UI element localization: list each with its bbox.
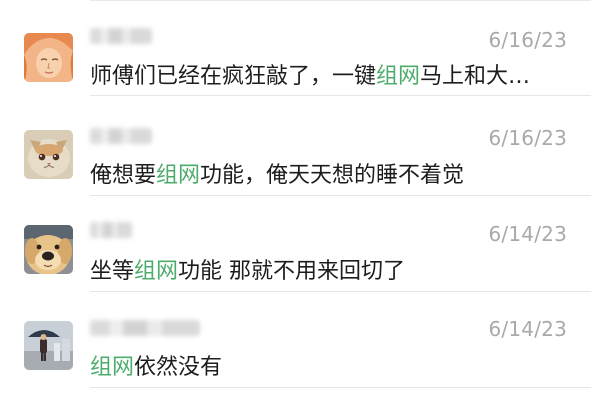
comment-text-post: 马上和大…	[420, 64, 531, 89]
divider	[90, 387, 591, 388]
comment-text: 俺想要组网功能，俺天天想的睡不着觉	[90, 157, 464, 189]
comment-date: 6/14/23	[488, 222, 567, 246]
avatar[interactable]	[24, 321, 73, 370]
comment-text-pre: 坐等	[90, 259, 135, 284]
comment-text-pre: 师傅们已经在疯狂敲了，一键	[90, 64, 377, 89]
username-blurred[interactable]	[90, 320, 200, 336]
comment-text: 坐等组网功能 那就不用来回切了	[90, 253, 405, 285]
comment-date: 6/14/23	[488, 317, 567, 341]
comment-text-pre: 俺想要	[90, 163, 157, 188]
comment-text: 组网依然没有	[90, 349, 222, 381]
comment-keyword: 组网	[156, 163, 201, 188]
comment-date: 6/16/23	[488, 126, 567, 150]
comment-keyword: 组网	[134, 259, 179, 284]
comment-item[interactable]: 6/14/23 组网依然没有	[0, 292, 591, 388]
avatar[interactable]	[24, 130, 73, 179]
comment-date: 6/16/23	[488, 28, 567, 52]
divider	[90, 95, 591, 96]
username-blurred[interactable]	[90, 28, 152, 44]
comment-item[interactable]: 6/14/23 坐等组网功能 那就不用来回切了	[0, 196, 591, 292]
comment-keyword: 组网	[90, 355, 135, 380]
comment-item[interactable]: 6/16/23 俺想要组网功能，俺天天想的睡不着觉	[0, 100, 591, 196]
username-blurred[interactable]	[90, 128, 152, 144]
comment-text-post: 功能，俺天天想的睡不着觉	[200, 163, 465, 188]
avatar[interactable]	[24, 225, 73, 274]
comment-list: 6/16/23 师傅们已经在疯狂敲了，一键组网马上和大… 6/16/23 俺想要…	[0, 0, 591, 400]
avatar[interactable]	[24, 33, 73, 82]
comment-text: 师傅们已经在疯狂敲了，一键组网马上和大…	[90, 58, 530, 90]
comment-item[interactable]: 6/16/23 师傅们已经在疯狂敲了，一键组网马上和大…	[0, 0, 591, 96]
comment-keyword: 组网	[376, 64, 421, 89]
username-blurred[interactable]	[90, 222, 132, 238]
comment-text-post: 功能 那就不用来回切了	[178, 259, 406, 284]
comment-text-post: 依然没有	[134, 355, 223, 380]
